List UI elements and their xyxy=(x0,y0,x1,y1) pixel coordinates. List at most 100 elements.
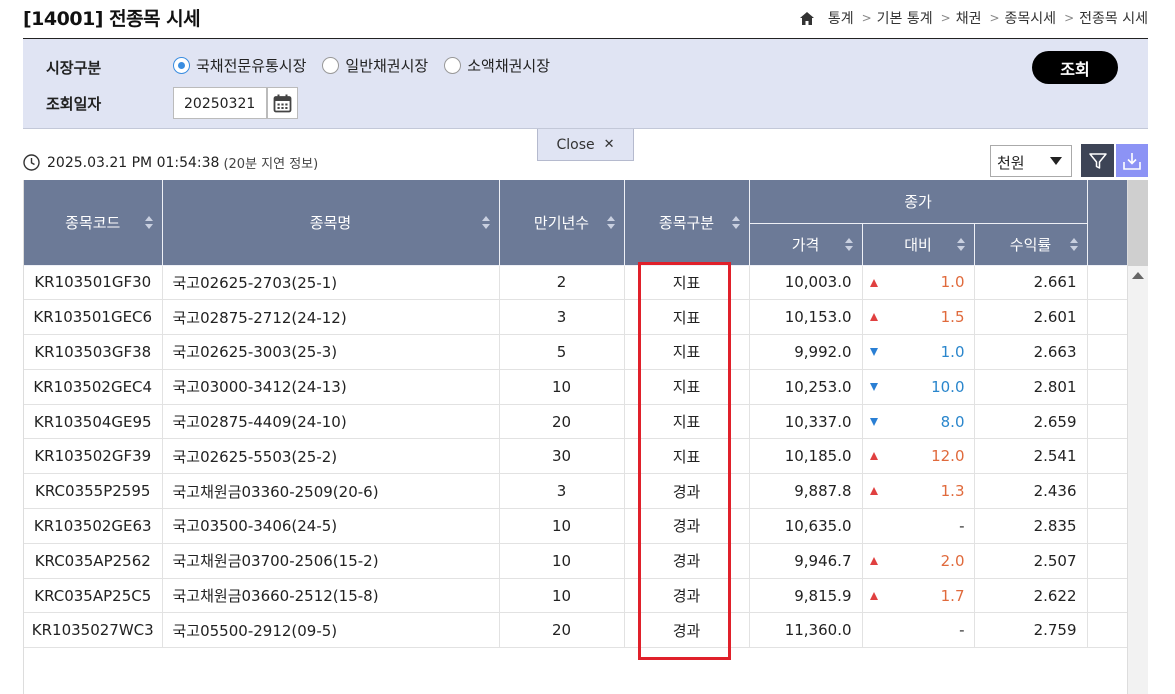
cell-maturity: 3 xyxy=(499,299,625,336)
sort-icon[interactable] xyxy=(606,216,615,230)
cell-maturity: 20 xyxy=(499,612,625,649)
market-label: 시장구분 xyxy=(46,59,102,77)
cell-code: KR103501GEC6 xyxy=(24,299,163,336)
cell-spacer xyxy=(1087,438,1127,475)
cell-spacer xyxy=(1087,508,1127,544)
cell-yield: 2.507 xyxy=(974,543,1088,579)
sort-icon[interactable] xyxy=(1069,238,1078,251)
triangle-down-icon xyxy=(869,417,878,426)
cell-name: 국고02875-4409(24-10) xyxy=(162,404,500,440)
table-row[interactable]: KR103501GEC6 국고02875-2712(24-12) 3 지표 10,153… xyxy=(24,299,1127,336)
cell-name: 국고03000-3412(24-13) xyxy=(162,369,500,405)
cell-spacer xyxy=(1087,265,1127,301)
change-value: 1.0 xyxy=(940,273,965,292)
header-change[interactable]: 대비 xyxy=(862,223,975,266)
cell-change: 1.0 xyxy=(862,265,975,301)
calendar-button[interactable] xyxy=(267,87,298,119)
timestamp-row: 2025.03.21 PM 01:54:38 (20분 지연 정보) xyxy=(23,153,318,172)
table-row[interactable]: KRC035AP2562 국고채원금03700-2506(15-2) 10 경과 9,9… xyxy=(24,543,1127,579)
market-option-treasury[interactable]: 국채전문유통시장 xyxy=(173,55,306,76)
table-row[interactable]: KR1035027WC3 국고05500-2912(09-5) 20 경과 11,360… xyxy=(24,612,1127,649)
header-maturity[interactable]: 만기년수 xyxy=(499,180,625,266)
table-row[interactable]: KR103502GF39 국고02625-5503(25-2) 30 지표 10,185… xyxy=(24,438,1127,475)
sort-icon[interactable] xyxy=(844,238,853,251)
sort-icon[interactable] xyxy=(956,238,965,251)
cell-name: 국고채원금03660-2512(15-8) xyxy=(162,578,500,614)
cell-yield: 2.622 xyxy=(974,578,1088,614)
cell-type: 지표 xyxy=(624,334,750,370)
table-body: KR103501GF30 국고02625-2703(25-1) 2 지표 10,003.… xyxy=(24,265,1127,649)
date-input[interactable]: 20250321 xyxy=(173,87,267,119)
table-row[interactable]: KRC0355P2595 국고채원금03360-2509(20-6) 3 경과 9,88… xyxy=(24,473,1127,510)
search-panel: 시장구분 국채전문유통시장 일반채권시장 소액채권시장 조회일자 2025032… xyxy=(23,39,1148,129)
header-price[interactable]: 가격 xyxy=(749,223,863,266)
close-label: Close xyxy=(556,136,595,153)
breadcrumb-item[interactable]: 통계 xyxy=(828,8,854,28)
market-option-small[interactable]: 소액채권시장 xyxy=(444,55,550,76)
scrollbar-thumb[interactable] xyxy=(1128,180,1148,266)
close-icon: ✕ xyxy=(603,137,615,152)
cell-type: 지표 xyxy=(624,265,750,301)
change-value: 12.0 xyxy=(931,447,965,466)
cell-name: 국고02625-3003(25-3) xyxy=(162,334,500,370)
cell-code: KR103501GF30 xyxy=(24,265,163,301)
change-value: 1.5 xyxy=(940,308,965,327)
cell-maturity: 10 xyxy=(499,369,625,405)
scrollbar[interactable] xyxy=(1128,180,1148,694)
breadcrumb-item[interactable]: 종목시세 xyxy=(1005,8,1057,28)
cell-code: KR103503GF38 xyxy=(24,334,163,370)
radio-checked-icon[interactable] xyxy=(173,57,190,74)
cell-maturity: 2 xyxy=(499,265,625,301)
table-row[interactable]: KR103502GE63 국고03500-3406(24-5) 10 경과 10,635… xyxy=(24,508,1127,544)
market-option-general[interactable]: 일반채권시장 xyxy=(322,55,428,76)
header-yield[interactable]: 수익률 xyxy=(974,223,1088,266)
breadcrumb-item[interactable]: 채권 xyxy=(956,8,982,28)
market-radio-group: 국채전문유통시장 일반채권시장 소액채권시장 xyxy=(173,55,566,76)
cell-yield: 2.663 xyxy=(974,334,1088,370)
filter-button[interactable] xyxy=(1081,144,1114,177)
change-value: 1.7 xyxy=(940,586,965,605)
cell-code: KR103502GE63 xyxy=(24,508,163,544)
table-row[interactable]: KR103504GE95 국고02875-4409(24-10) 20 지표 10,33… xyxy=(24,404,1127,440)
sort-icon[interactable] xyxy=(731,216,740,230)
cell-spacer xyxy=(1087,543,1127,579)
cell-change: 10.0 xyxy=(862,369,975,405)
cell-maturity: 10 xyxy=(499,578,625,614)
cell-maturity: 3 xyxy=(499,473,625,510)
cell-yield: 2.601 xyxy=(974,299,1088,336)
sort-icon[interactable] xyxy=(481,216,490,230)
radio-unchecked-icon[interactable] xyxy=(444,57,462,74)
header-code[interactable]: 종목코드 xyxy=(24,180,163,266)
cell-change: 12.0 xyxy=(862,438,975,475)
table-row[interactable]: KR103503GF38 국고02625-3003(25-3) 5 지표 9,992.0… xyxy=(24,334,1127,370)
cell-maturity: 10 xyxy=(499,543,625,579)
triangle-up-icon xyxy=(869,278,878,287)
home-icon[interactable] xyxy=(799,11,814,25)
triangle-up-icon xyxy=(869,313,878,322)
cell-name: 국고채원금03700-2506(15-2) xyxy=(162,543,500,579)
breadcrumb-item[interactable]: 기본 통계 xyxy=(877,8,933,28)
download-button[interactable] xyxy=(1116,144,1148,177)
sort-icon[interactable] xyxy=(144,216,153,230)
cell-yield: 2.835 xyxy=(974,508,1088,544)
unit-select[interactable]: 천원 xyxy=(990,145,1072,177)
header-type[interactable]: 종목구분 xyxy=(624,180,750,266)
cell-name: 국고05500-2912(09-5) xyxy=(162,612,500,649)
table-row[interactable]: KR103501GF30 국고02625-2703(25-1) 2 지표 10,003.… xyxy=(24,265,1127,301)
radio-label: 소액채권시장 xyxy=(467,57,551,75)
header-name[interactable]: 종목명 xyxy=(162,180,500,266)
cell-name: 국고02875-2712(24-12) xyxy=(162,299,500,336)
radio-unchecked-icon[interactable] xyxy=(322,57,340,74)
cell-type: 경과 xyxy=(624,543,750,579)
breadcrumb-item[interactable]: 전종목 시세 xyxy=(1079,8,1148,28)
cell-change: - xyxy=(862,612,975,649)
cell-change: 1.3 xyxy=(862,473,975,510)
cell-maturity: 5 xyxy=(499,334,625,370)
chevron-right-icon: > xyxy=(861,11,872,25)
cell-type: 경과 xyxy=(624,508,750,544)
close-panel-button[interactable]: Close ✕ xyxy=(537,129,634,161)
search-button[interactable]: 조회 xyxy=(1032,51,1118,84)
table-row[interactable]: KRC035AP25C5 국고채원금03660-2512(15-8) 10 경과 9,8… xyxy=(24,578,1127,614)
table-row[interactable]: KR103502GEC4 국고03000-3412(24-13) 10 지표 10,25… xyxy=(24,369,1127,405)
scroll-up-icon[interactable] xyxy=(1132,272,1144,279)
